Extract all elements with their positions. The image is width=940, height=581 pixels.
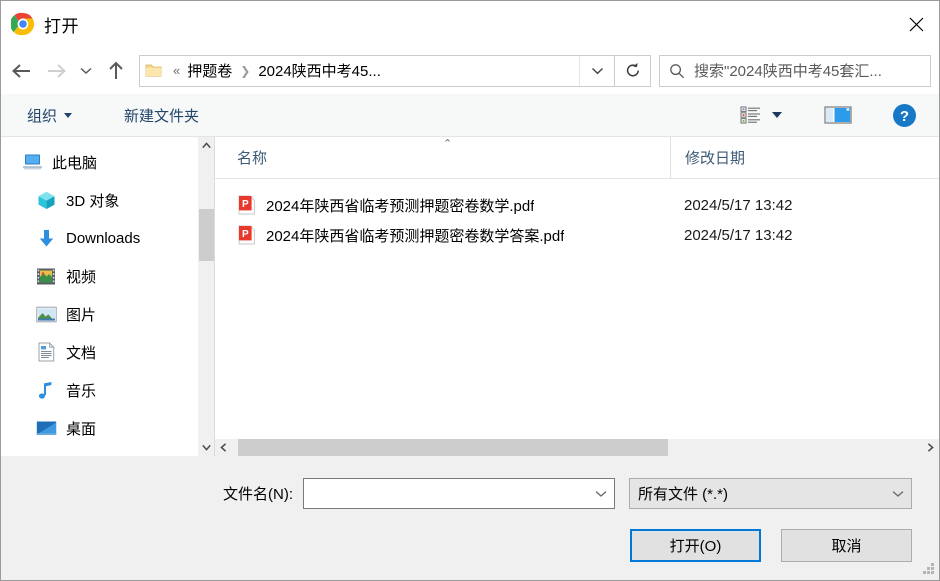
chevron-down-icon xyxy=(64,112,73,118)
svg-text:P: P xyxy=(241,229,248,240)
new-folder-button[interactable]: 新建文件夹 xyxy=(114,100,209,130)
sidebar-vertical-scrollbar[interactable] xyxy=(197,137,214,456)
downloads-icon xyxy=(35,228,57,248)
up-arrow-icon[interactable] xyxy=(99,54,133,88)
scrollbar-thumb[interactable] xyxy=(199,209,214,261)
dialog-footer: 文件名(N): 所有文件 (*.*) 打开(O) 取消 xyxy=(1,456,939,580)
scrollbar-thumb[interactable] xyxy=(238,439,668,456)
column-header-date-modified[interactable]: 修改日期 xyxy=(670,137,939,178)
sidebar-label: 音乐 xyxy=(66,382,97,400)
column-header-name[interactable]: 名称 xyxy=(215,147,670,168)
scroll-left-icon[interactable] xyxy=(215,439,232,456)
close-button[interactable] xyxy=(893,1,939,47)
pdf-file-icon: P xyxy=(237,225,256,246)
sidebar-label: 3D 对象 xyxy=(66,192,120,210)
file-type-value: 所有文件 (*.*) xyxy=(638,486,729,503)
open-file-dialog: 打开 « 押题卷 ❯ 2024陕西中考45... 搜索"2024陕西中考45套汇… xyxy=(0,0,940,581)
sidebar-item-3d-objects[interactable]: 3D 对象 xyxy=(1,187,214,213)
scrollbar-track[interactable] xyxy=(232,439,922,456)
3d-objects-icon xyxy=(35,190,57,210)
scroll-down-icon[interactable] xyxy=(198,439,214,456)
forward-arrow-icon xyxy=(39,54,73,88)
navigation-bar: « 押题卷 ❯ 2024陕西中考45... 搜索"2024陕西中考45套汇... xyxy=(1,47,939,94)
navigation-sidebar: 此电脑 3D 对象 Downloads 视频 图片 文档 音乐 桌面 xyxy=(1,137,214,456)
filename-label: 文件名(N): xyxy=(223,486,293,503)
sort-ascending-icon: ⌃ xyxy=(443,138,453,150)
pdf-file-icon: P xyxy=(237,195,256,216)
breadcrumb-item-0[interactable]: 押题卷 xyxy=(187,60,232,81)
title-bar: 打开 xyxy=(1,1,939,47)
filename-input[interactable] xyxy=(303,478,615,509)
folder-icon xyxy=(140,63,166,78)
search-input[interactable]: 搜索"2024陕西中考45套汇... xyxy=(659,54,931,87)
svg-text:?: ? xyxy=(900,108,909,125)
sidebar-label: 文档 xyxy=(66,344,97,362)
back-arrow-icon[interactable] xyxy=(5,54,39,88)
table-row[interactable]: P 2024年陕西省临考预测押题密卷数学.pdf 2024/5/17 13:42 xyxy=(215,190,939,220)
help-icon[interactable]: ? xyxy=(888,100,921,130)
file-date-cell: 2024/5/17 13:42 xyxy=(684,226,793,244)
view-chevron-down-icon[interactable] xyxy=(772,112,782,118)
sidebar-item-music[interactable]: 音乐 xyxy=(1,377,214,403)
breadcrumb-chevron-down-icon[interactable] xyxy=(579,55,614,86)
refresh-icon[interactable] xyxy=(615,54,651,87)
window-title: 打开 xyxy=(44,16,79,36)
sidebar-item-downloads[interactable]: Downloads xyxy=(1,225,214,251)
open-button[interactable]: 打开(O) xyxy=(630,529,761,562)
recent-locations-chevron-down-icon[interactable] xyxy=(73,54,99,88)
organize-label: 组织 xyxy=(27,107,58,125)
pictures-icon xyxy=(35,304,57,324)
videos-icon xyxy=(35,266,57,286)
search-icon xyxy=(660,63,694,79)
breadcrumb-overflow-button[interactable]: « xyxy=(166,63,187,78)
sidebar-label: 图片 xyxy=(66,306,97,324)
chevron-down-icon[interactable] xyxy=(885,490,911,498)
breadcrumb-items: « 押题卷 ❯ 2024陕西中考45... xyxy=(166,60,579,81)
sidebar-item-pictures[interactable]: 图片 xyxy=(1,301,214,327)
cancel-button[interactable]: 取消 xyxy=(781,529,912,562)
file-list-horizontal-scrollbar[interactable] xyxy=(215,438,939,456)
file-name-label: 2024年陕西省临考预测押题密卷数学.pdf xyxy=(266,197,535,215)
file-date-cell: 2024/5/17 13:42 xyxy=(684,196,793,214)
scroll-up-icon[interactable] xyxy=(198,137,214,154)
breadcrumb-separator-icon[interactable]: ❯ xyxy=(232,64,258,78)
file-list-pane: ⌃ 名称 修改日期 P 2024年陕西省临考预测押题密卷数学.pdf 2024/… xyxy=(214,137,939,456)
scroll-right-icon[interactable] xyxy=(922,439,939,456)
column-header-row: ⌃ 名称 修改日期 xyxy=(215,137,939,179)
sidebar-item-documents[interactable]: 文档 xyxy=(1,339,214,365)
music-icon xyxy=(35,380,57,400)
documents-icon xyxy=(35,342,57,362)
chrome-icon xyxy=(10,11,36,37)
file-name-cell: P 2024年陕西省临考预测押题密卷数学.pdf xyxy=(215,195,670,216)
sidebar-label: 视频 xyxy=(66,268,97,286)
view-list-icon[interactable] xyxy=(736,100,786,130)
computer-icon xyxy=(21,152,43,172)
file-rows: P 2024年陕西省临考预测押题密卷数学.pdf 2024/5/17 13:42 xyxy=(215,179,939,438)
search-placeholder: 搜索"2024陕西中考45套汇... xyxy=(694,63,882,80)
resize-grip[interactable] xyxy=(922,563,935,576)
file-name-label: 2024年陕西省临考预测押题密卷数学答案.pdf xyxy=(266,227,565,245)
file-type-select[interactable]: 所有文件 (*.*) xyxy=(629,478,912,509)
sidebar-item-desktop[interactable]: 桌面 xyxy=(1,415,214,441)
breadcrumb[interactable]: « 押题卷 ❯ 2024陕西中考45... xyxy=(139,54,615,87)
desktop-icon xyxy=(35,418,57,438)
sidebar-label: 桌面 xyxy=(66,420,97,438)
preview-pane-icon[interactable] xyxy=(820,100,856,130)
sidebar-item-this-pc[interactable]: 此电脑 xyxy=(1,149,214,175)
table-row[interactable]: P 2024年陕西省临考预测押题密卷数学答案.pdf 2024/5/17 13:… xyxy=(215,220,939,250)
organize-menu-button[interactable]: 组织 xyxy=(17,100,82,130)
sidebar-label: 此电脑 xyxy=(52,154,98,172)
command-bar: 组织 新建文件夹 ? xyxy=(1,94,939,137)
sidebar-label: Downloads xyxy=(66,229,141,247)
sidebar-item-videos[interactable]: 视频 xyxy=(1,263,214,289)
chevron-down-icon[interactable] xyxy=(588,490,614,498)
dialog-body: 此电脑 3D 对象 Downloads 视频 图片 文档 音乐 桌面 ⌃ 名称 … xyxy=(1,137,939,456)
breadcrumb-item-1[interactable]: 2024陕西中考45... xyxy=(258,60,381,81)
svg-text:P: P xyxy=(241,199,248,210)
file-name-cell: P 2024年陕西省临考预测押题密卷数学答案.pdf xyxy=(215,225,670,246)
command-bar-right-group: ? xyxy=(736,100,939,130)
